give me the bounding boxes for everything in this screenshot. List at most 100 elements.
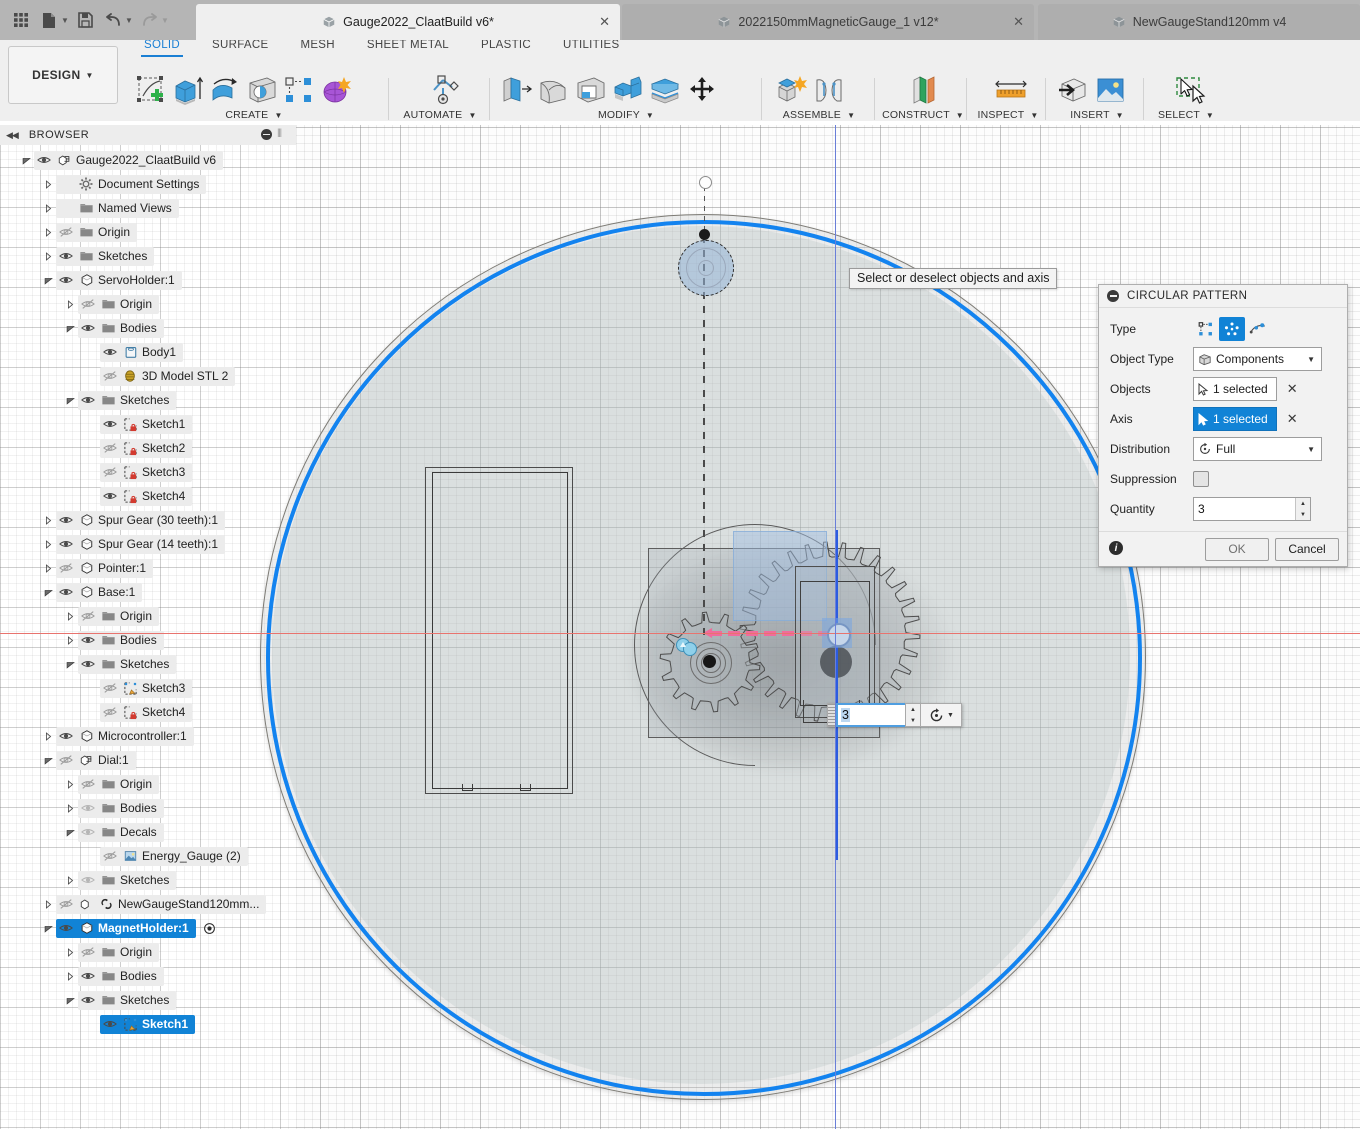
apps-grid-icon[interactable] bbox=[8, 5, 34, 35]
offset-face-button[interactable] bbox=[648, 74, 682, 106]
tree-row-content[interactable]: Spur Gear (14 teeth):1 bbox=[56, 534, 226, 554]
tree-row-sketches[interactable]: Sketches bbox=[0, 652, 296, 676]
tree-row-content[interactable]: Spur Gear (30 teeth):1 bbox=[56, 510, 226, 530]
new-file-icon[interactable] bbox=[36, 5, 62, 35]
document-tab-0-close-icon[interactable]: ✕ bbox=[599, 14, 610, 30]
tree-row-origin[interactable]: Origin bbox=[0, 940, 296, 964]
visibility-off-icon[interactable] bbox=[78, 604, 98, 628]
tree-row-spur-gear-30-teeth-1[interactable]: Spur Gear (30 teeth):1 bbox=[0, 508, 296, 532]
press-pull-button[interactable] bbox=[500, 74, 534, 106]
tree-expand-arrow-icon[interactable] bbox=[62, 988, 78, 1012]
tree-expand-arrow-icon[interactable] bbox=[18, 148, 34, 172]
tree-row-sketches[interactable]: Sketches bbox=[0, 388, 296, 412]
visibility-off-icon[interactable] bbox=[56, 892, 76, 916]
tree-expand-arrow-icon[interactable] bbox=[40, 580, 56, 604]
distribution-dropdown[interactable]: Full ▼ bbox=[1193, 437, 1322, 461]
tree-row-pointer-1[interactable]: Pointer:1 bbox=[0, 556, 296, 580]
tree-expand-arrow-icon[interactable] bbox=[40, 508, 56, 532]
redo-icon[interactable] bbox=[136, 5, 162, 35]
measure-button[interactable] bbox=[991, 74, 1027, 106]
new-component-button[interactable] bbox=[775, 74, 809, 106]
visibility-off-icon[interactable] bbox=[56, 220, 76, 244]
inline-spinner-down[interactable]: ▼ bbox=[906, 715, 920, 726]
visibility-on-icon[interactable] bbox=[56, 244, 76, 268]
tree-expand-arrow-icon[interactable] bbox=[62, 868, 78, 892]
circular-pattern-dialog[interactable]: CIRCULAR PATTERN Type Object Type Compon… bbox=[1098, 284, 1348, 567]
tree-expand-arrow-icon[interactable] bbox=[40, 244, 56, 268]
visibility-off-icon[interactable] bbox=[100, 436, 120, 460]
insert-mcmaster-button[interactable] bbox=[1056, 74, 1090, 106]
document-tab-1-close-icon[interactable]: ✕ bbox=[1013, 14, 1024, 30]
select-group-label[interactable]: SELECT ▼ bbox=[1148, 109, 1224, 121]
form-button[interactable] bbox=[319, 74, 353, 106]
tree-expand-arrow-icon[interactable] bbox=[62, 652, 78, 676]
object-type-dropdown[interactable]: Components ▼ bbox=[1193, 347, 1322, 371]
ok-button[interactable]: OK bbox=[1205, 537, 1269, 561]
tree-row-content[interactable]: Sketches bbox=[78, 990, 177, 1010]
drag-handle-anchor[interactable] bbox=[699, 229, 710, 240]
tree-row-content[interactable]: Bodies bbox=[78, 798, 164, 818]
revolute-joint-icon[interactable] bbox=[673, 634, 701, 662]
automate-group-label[interactable]: AUTOMATE ▼ bbox=[396, 109, 484, 121]
tree-row-content[interactable]: Origin bbox=[78, 772, 160, 796]
visibility-on-icon[interactable] bbox=[78, 388, 98, 412]
visibility-on-icon[interactable] bbox=[56, 580, 76, 604]
tree-row-content[interactable]: Gauge2022_ClaatBuild v6 bbox=[34, 148, 224, 172]
tree-row-content[interactable]: Sketches bbox=[78, 654, 177, 674]
tree-row-document-settings[interactable]: Document Settings bbox=[0, 172, 296, 196]
tree-expand-arrow-icon[interactable] bbox=[40, 268, 56, 292]
undo-caret-icon[interactable]: ▼ bbox=[124, 16, 134, 25]
tree-expand-arrow-icon[interactable] bbox=[40, 172, 56, 196]
save-icon[interactable] bbox=[72, 5, 98, 35]
quantity-spinner-up[interactable]: ▲ bbox=[1296, 498, 1310, 509]
tree-row-content[interactable]: Sketch1 bbox=[100, 412, 193, 436]
tree-row-origin[interactable]: Origin bbox=[0, 220, 296, 244]
tree-row-content[interactable]: Sketch4 bbox=[100, 486, 193, 506]
visibility-on-icon[interactable] bbox=[100, 1012, 120, 1036]
tree-expand-arrow-icon[interactable] bbox=[62, 628, 78, 652]
visibility-on-icon[interactable] bbox=[34, 148, 54, 172]
visibility-off-icon[interactable] bbox=[100, 844, 120, 868]
tree-row-sketches[interactable]: Sketches bbox=[0, 244, 296, 268]
tree-row-content[interactable]: Sketches bbox=[78, 388, 177, 412]
tree-row-content[interactable]: Base:1 bbox=[56, 580, 143, 604]
visibility-on-icon[interactable] bbox=[78, 868, 98, 892]
visibility-on-icon[interactable] bbox=[100, 412, 120, 436]
tree-row-dial-1[interactable]: Dial:1 bbox=[0, 748, 296, 772]
browser-resize-grip[interactable]: ⦀ bbox=[277, 128, 282, 141]
dialog-header[interactable]: CIRCULAR PATTERN bbox=[1099, 285, 1347, 308]
tree-row-content[interactable]: Origin bbox=[78, 604, 160, 628]
visibility-off-icon[interactable] bbox=[100, 460, 120, 484]
visibility-off-icon[interactable] bbox=[100, 700, 120, 724]
visibility-off-icon[interactable] bbox=[78, 772, 98, 796]
undo-icon[interactable] bbox=[100, 5, 126, 35]
tree-row-base-1[interactable]: Base:1 bbox=[0, 580, 296, 604]
tree-expand-arrow-icon[interactable] bbox=[40, 916, 56, 940]
visibility-on-icon[interactable] bbox=[78, 820, 98, 844]
visibility-on-icon[interactable] bbox=[56, 724, 76, 748]
tree-row-content[interactable]: Sketch3 bbox=[100, 460, 193, 484]
tree-row-content[interactable]: Named Views bbox=[56, 198, 179, 218]
tree-expand-arrow-icon[interactable] bbox=[62, 316, 78, 340]
axis-clear-icon[interactable]: ✕ bbox=[1287, 411, 1298, 427]
combine-button[interactable] bbox=[611, 74, 645, 106]
visibility-on-icon[interactable] bbox=[78, 316, 98, 340]
tree-row-sketch1[interactable]: Sketch1 bbox=[0, 1012, 296, 1036]
tree-row-content[interactable]: ServoHolder:1 bbox=[56, 270, 182, 290]
tree-row-sketches[interactable]: Sketches bbox=[0, 868, 296, 892]
tree-row-bodies[interactable]: Bodies bbox=[0, 316, 296, 340]
visibility-on-icon[interactable] bbox=[100, 340, 120, 364]
inline-pattern-type-button[interactable]: ▼ bbox=[921, 703, 962, 727]
tree-expand-arrow-icon[interactable] bbox=[40, 724, 56, 748]
quantity-spinner-down[interactable]: ▼ bbox=[1296, 509, 1310, 520]
axis-select-button[interactable]: 1 selected bbox=[1193, 407, 1277, 431]
tree-row-body1[interactable]: Body1 bbox=[0, 340, 296, 364]
visibility-off-icon[interactable] bbox=[100, 676, 120, 700]
document-tab-0[interactable]: Gauge2022_ClaatBuild v6* ✕ bbox=[196, 4, 620, 40]
browser-minimize-icon[interactable] bbox=[261, 129, 273, 140]
quantity-input[interactable]: 3 ▲ ▼ bbox=[1193, 497, 1311, 521]
suppression-checkbox[interactable] bbox=[1193, 471, 1209, 487]
redo-caret-icon[interactable]: ▼ bbox=[160, 16, 170, 25]
tree-row-sketch3[interactable]: Sketch3 bbox=[0, 676, 296, 700]
tree-row-energy-gauge-2[interactable]: Energy_Gauge (2) bbox=[0, 844, 296, 868]
